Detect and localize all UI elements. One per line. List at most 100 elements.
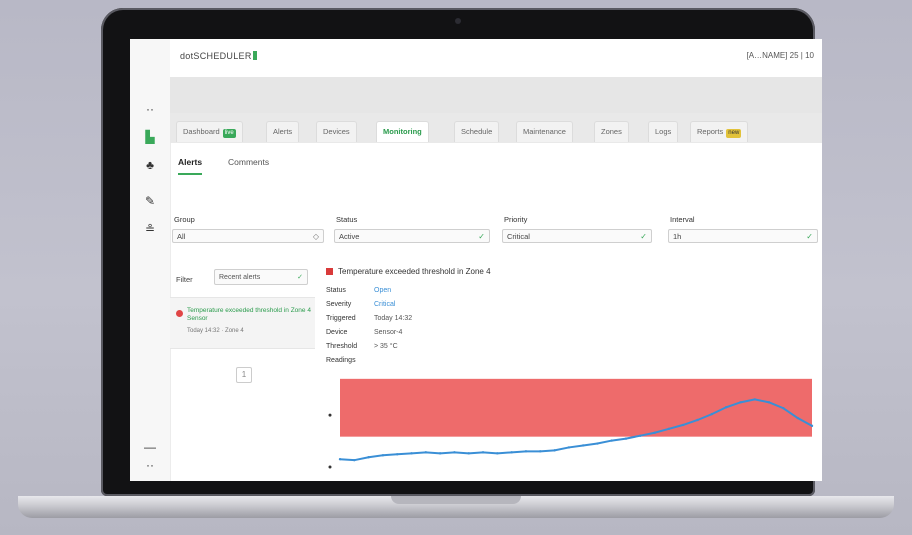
data-point bbox=[338, 458, 342, 461]
divider-icon: — bbox=[144, 440, 156, 454]
severity-link[interactable]: Critical bbox=[374, 301, 395, 308]
data-point bbox=[796, 416, 799, 420]
data-point bbox=[739, 401, 742, 404]
laptop-base bbox=[18, 496, 894, 518]
data-point bbox=[696, 418, 699, 422]
chart-svg bbox=[328, 378, 814, 469]
data-point bbox=[424, 451, 428, 454]
filter-dropdown[interactable]: Recent alerts ✓ bbox=[214, 269, 308, 285]
detail-row: Status Open bbox=[326, 287, 392, 294]
check-icon: ✓ bbox=[297, 274, 303, 281]
data-point bbox=[367, 456, 370, 459]
main-tabs: Dashboard live Alerts Devices Monitoring … bbox=[170, 113, 822, 143]
data-point bbox=[624, 437, 628, 440]
sub-tabs: Alerts Comments bbox=[170, 143, 822, 183]
detail-row: Triggered Today 14:32 bbox=[326, 315, 413, 322]
banner-area bbox=[170, 77, 822, 113]
check-icon: ✓ bbox=[478, 232, 485, 241]
filter-label: Filter bbox=[176, 275, 193, 284]
detail-row: Severity Critical bbox=[326, 301, 396, 308]
wrench-icon[interactable]: ✎ bbox=[140, 193, 160, 209]
subtab-comments[interactable]: Comments bbox=[228, 157, 269, 167]
data-point bbox=[767, 401, 771, 404]
group-select[interactable]: All ◇ bbox=[172, 229, 324, 243]
data-point bbox=[596, 442, 599, 445]
interval-select[interactable]: 1h ✓ bbox=[668, 229, 818, 243]
tab-zones[interactable]: Zones bbox=[594, 121, 629, 142]
list-item[interactable]: Temperature exceeded threshold in Zone 4… bbox=[170, 297, 315, 349]
data-point bbox=[639, 434, 642, 437]
tab-badge: new bbox=[726, 129, 742, 138]
alert-list-pane: Filter Recent alerts ✓ Temperature exceed… bbox=[170, 261, 315, 481]
more-icon[interactable]: ·· bbox=[140, 457, 160, 473]
laptop-notch bbox=[391, 496, 521, 504]
threshold-band bbox=[340, 378, 812, 437]
chart-icon[interactable]: ▙ bbox=[140, 129, 160, 145]
priority-select[interactable]: Critical ✓ bbox=[502, 229, 652, 243]
detail-title: Temperature exceeded threshold in Zone 4 bbox=[326, 267, 491, 276]
account-info[interactable]: [A…NAME] 25 | 10 bbox=[747, 51, 814, 60]
data-point bbox=[753, 398, 756, 401]
pager-button[interactable]: 1 bbox=[236, 367, 252, 383]
tab-schedule[interactable]: Schedule bbox=[454, 121, 500, 142]
subtab-alerts[interactable]: Alerts bbox=[178, 157, 203, 175]
data-point bbox=[410, 452, 413, 455]
data-point bbox=[610, 439, 613, 442]
interval-label: Interval bbox=[670, 215, 695, 224]
laptop-lid: ·· ▙ ♣ ✎ ≗ — ·· dotSCHEDULER [A…NAME] 25… bbox=[101, 8, 822, 496]
detail-row: Device Sensor-4 bbox=[326, 329, 403, 336]
data-point bbox=[724, 406, 728, 409]
status-dot-icon bbox=[176, 310, 183, 317]
check-icon: ✓ bbox=[806, 232, 813, 241]
app-screen: ·· ▙ ♣ ✎ ≗ — ·· dotSCHEDULER [A…NAME] 25… bbox=[130, 39, 822, 481]
data-point bbox=[353, 458, 356, 462]
bell-icon[interactable]: ♣ bbox=[140, 157, 160, 173]
status-label: Status bbox=[336, 215, 358, 224]
data-point bbox=[710, 412, 714, 416]
top-bar: dotSCHEDULER [A…NAME] 25 | 10 bbox=[170, 39, 822, 78]
list-item-subtitle: Today 14:32 · Zone 4 bbox=[187, 328, 244, 334]
alert-detail: Temperature exceeded threshold in Zone 4… bbox=[326, 261, 816, 481]
data-point bbox=[510, 451, 513, 454]
data-point bbox=[496, 452, 499, 455]
data-point bbox=[524, 450, 528, 453]
logo-bar-icon bbox=[252, 51, 257, 60]
list-item-title: Temperature exceeded threshold in Zone 4… bbox=[187, 307, 311, 322]
tab-reports[interactable]: Reports new bbox=[690, 121, 749, 142]
sidebar: ·· ▙ ♣ ✎ ≗ — ·· bbox=[130, 39, 171, 481]
tab-dashboard[interactable]: Dashboard live bbox=[176, 121, 243, 142]
menu-dots-icon[interactable]: ·· bbox=[140, 101, 160, 117]
data-point bbox=[438, 452, 442, 455]
chevron-icon: ◇ bbox=[312, 232, 319, 241]
status-link[interactable]: Open bbox=[374, 287, 391, 294]
status-select[interactable]: Active ✓ bbox=[334, 229, 490, 243]
data-point bbox=[453, 451, 456, 454]
users-icon[interactable]: ≗ bbox=[140, 221, 160, 237]
tab-maintenance[interactable]: Maintenance bbox=[516, 121, 573, 142]
tab-devices[interactable]: Devices bbox=[316, 121, 357, 142]
tab-monitoring[interactable]: Monitoring bbox=[376, 121, 429, 142]
tab-logs[interactable]: Logs bbox=[648, 121, 679, 142]
group-label: Group bbox=[174, 215, 195, 224]
data-point bbox=[581, 444, 585, 447]
data-point bbox=[539, 450, 542, 453]
data-point bbox=[653, 431, 656, 434]
severity-square-icon bbox=[326, 268, 333, 275]
data-point bbox=[381, 454, 385, 457]
data-point bbox=[810, 424, 814, 428]
data-point bbox=[396, 453, 399, 456]
data-point bbox=[682, 423, 685, 427]
data-point bbox=[782, 407, 785, 410]
check-icon: ✓ bbox=[640, 232, 647, 241]
y-axis-tick bbox=[328, 465, 332, 469]
detail-row: Threshold > 35 °C bbox=[326, 343, 398, 350]
data-point bbox=[467, 452, 470, 455]
detail-row: Readings bbox=[326, 357, 356, 364]
camera-icon bbox=[455, 18, 461, 24]
y-axis-tick bbox=[328, 413, 332, 417]
priority-label: Priority bbox=[504, 215, 528, 224]
app-logo[interactable]: dotSCHEDULER bbox=[180, 51, 258, 61]
data-point bbox=[481, 451, 485, 454]
tab-alerts[interactable]: Alerts bbox=[266, 121, 300, 142]
data-point bbox=[553, 449, 556, 452]
